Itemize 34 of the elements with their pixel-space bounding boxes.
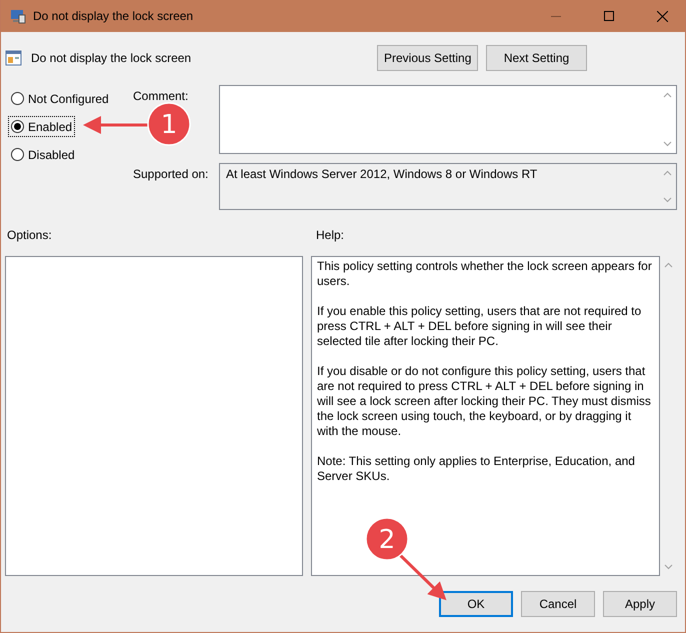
annotation-marker: 1 xyxy=(147,102,191,146)
scroll-up-icon[interactable] xyxy=(663,92,672,98)
help-label: Help: xyxy=(316,228,344,244)
policy-name: Do not display the lock screen xyxy=(31,51,192,65)
policy-icon xyxy=(5,49,23,67)
cancel-button[interactable]: Cancel xyxy=(521,591,595,617)
supported-on-field: At least Windows Server 2012, Windows 8 or Windows RT xyxy=(219,163,677,210)
window-title: Do not display the lock screen xyxy=(33,9,194,23)
maximize-icon xyxy=(604,11,614,21)
apply-button[interactable]: Apply xyxy=(603,591,677,617)
annotation-arrow xyxy=(398,554,446,600)
help-paragraph: This policy setting controls whether the lock screen appears for users. xyxy=(317,259,653,289)
previous-setting-button[interactable]: Previous Setting xyxy=(377,45,478,71)
supported-on-label: Supported on: xyxy=(133,166,210,181)
scroll-down-icon[interactable] xyxy=(664,564,673,570)
scroll-up-icon[interactable] xyxy=(664,262,673,268)
help-paragraph: Note: This setting only applies to Enterprise, Education, and Server SKUs. xyxy=(317,454,636,484)
radio-button[interactable]: Not Configured xyxy=(9,89,111,108)
scroll-down-icon[interactable] xyxy=(663,197,672,203)
radio-button[interactable]: Enabled xyxy=(9,117,74,136)
annotation-marker: 2 xyxy=(365,517,409,561)
scroll-down-icon[interactable] xyxy=(663,141,672,147)
ok-button[interactable]: OK xyxy=(439,591,513,617)
app-icon xyxy=(10,8,26,24)
annotation-arrow xyxy=(83,116,148,134)
help-paragraph: If you disable or do not configure this policy setting, users that are not required to press CTRL + ALT + DEL before signing in will see a lock screen after locking their PC. They must dismiss the lock screen using touch, the keyboard, or by dragging it with the mouse. xyxy=(317,364,652,439)
comment-field[interactable] xyxy=(219,85,677,154)
help-paragraph: If you enable this policy setting, users that are not required to press CTRL + ALT + DEL before signing in will see their selected tile after locking their PC. xyxy=(317,304,642,349)
scroll-up-icon[interactable] xyxy=(663,170,672,176)
next-setting-button[interactable]: Next Setting xyxy=(486,45,587,71)
radio-button[interactable]: Disabled xyxy=(9,145,77,164)
comment-label: Comment: xyxy=(133,88,190,103)
close-icon xyxy=(656,10,668,22)
options-label: Options: xyxy=(7,228,52,242)
